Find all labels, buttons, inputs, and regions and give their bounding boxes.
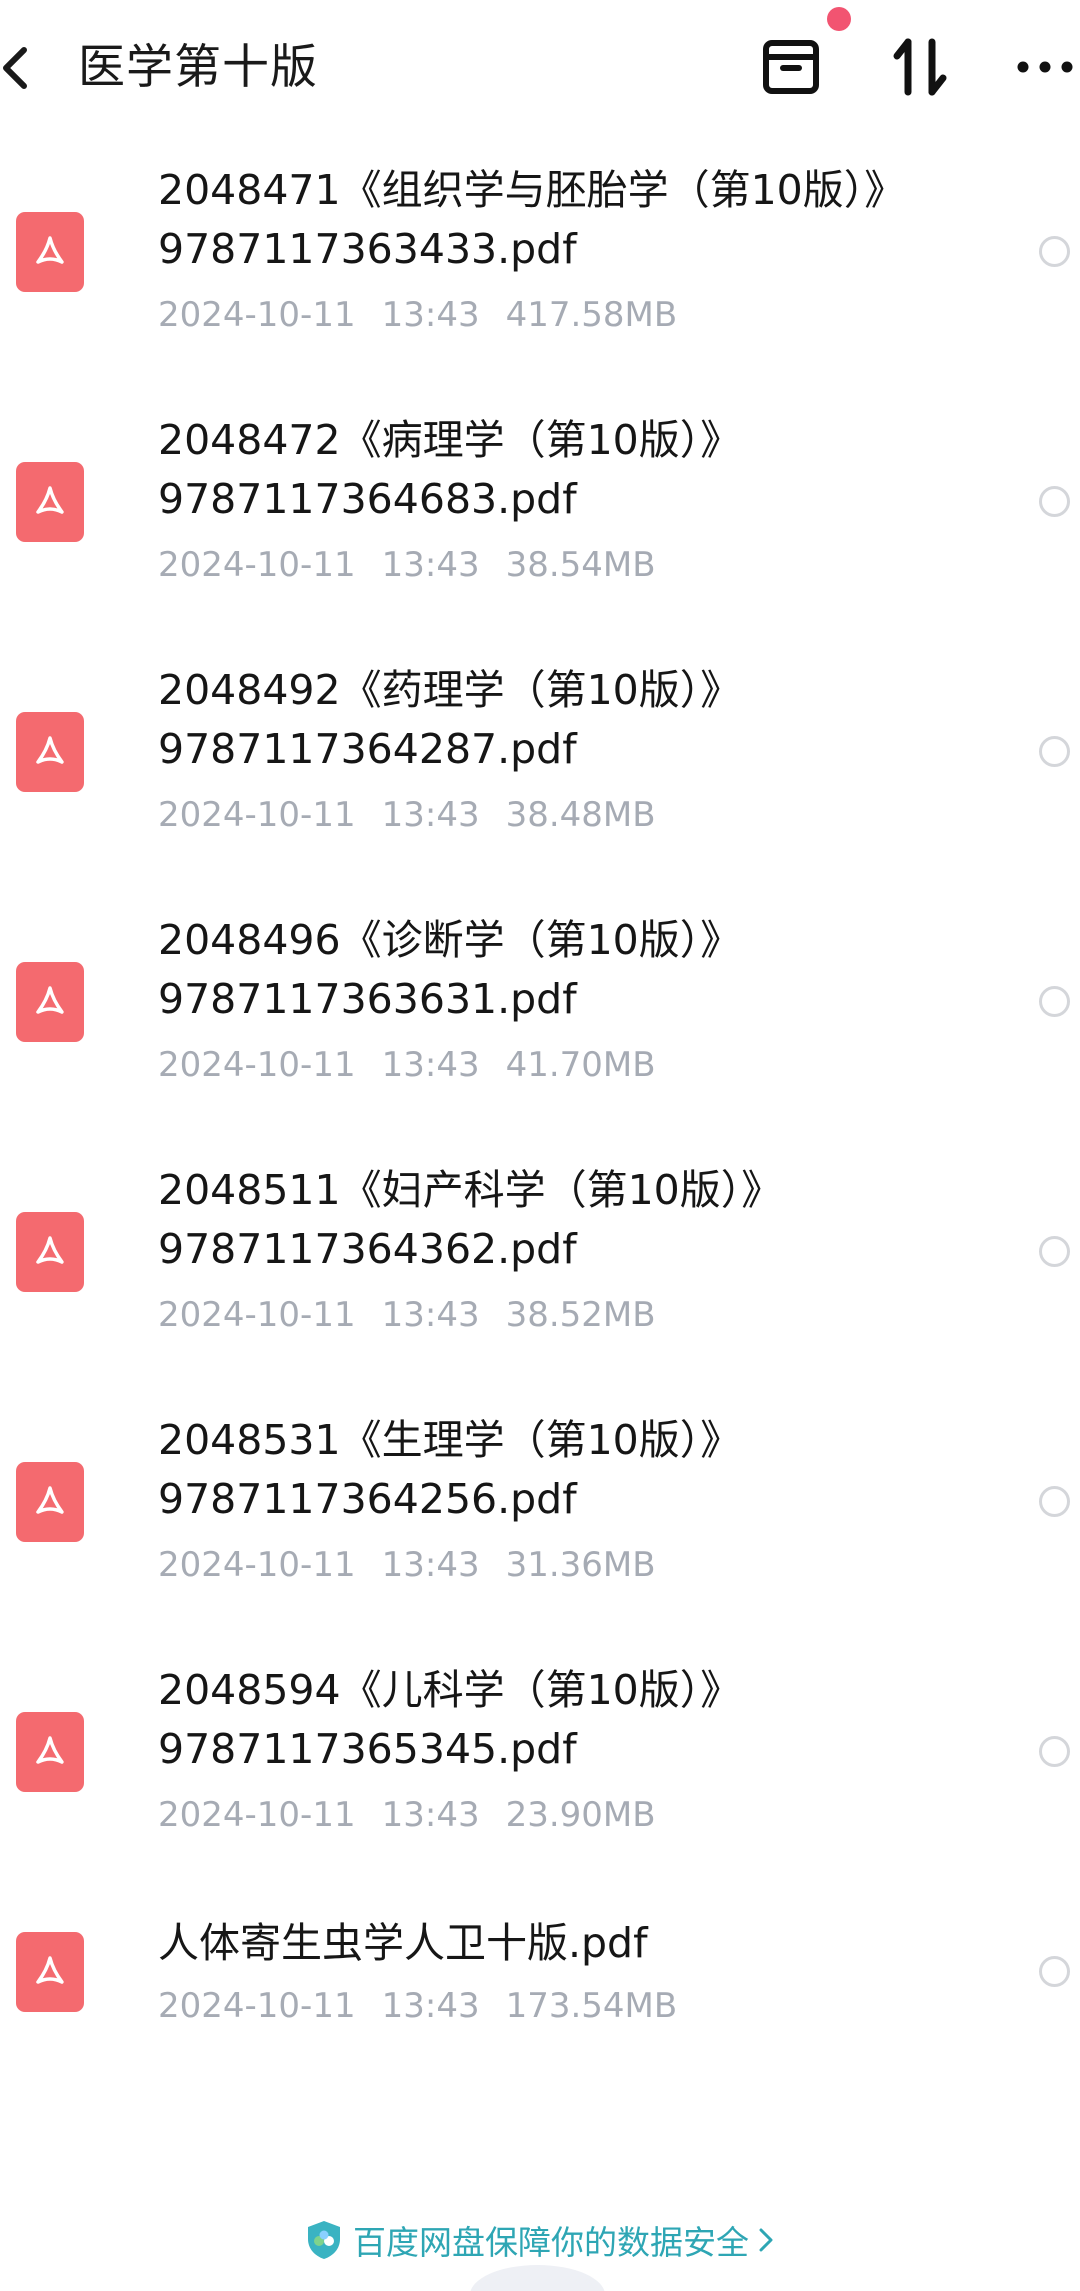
file-size: 38.48MB [505,795,656,835]
file-name-line1: 2048496《诊断学（第10版）》 [158,916,742,964]
select-radio[interactable] [1039,1736,1070,1767]
top-bar: 医学第十版 [0,0,1080,135]
notification-dot [827,7,851,31]
file-time: 13:43 [381,295,480,335]
file-item[interactable]: 2048472《病理学（第10版）》 9787117364683.pdf 202… [0,400,1080,620]
file-name-line2: 9787117364287.pdf [158,725,577,773]
chevron-right-icon [759,2228,773,2252]
file-size: 417.58MB [505,295,678,335]
file-time: 13:43 [381,1545,480,1585]
file-time: 13:43 [381,1795,480,1835]
file-name-line1: 2048472《病理学（第10版）》 [158,416,742,464]
pdf-file-icon [16,1712,84,1792]
file-item[interactable]: 2048471《组织学与胚胎学（第10版）》 9787117363433.pdf… [0,150,1080,370]
file-date: 2024-10-11 [158,1795,356,1835]
file-meta: 2024-10-11 13:43 31.36MB [158,1543,656,1587]
file-name-line2: 9787117363631.pdf [158,975,577,1023]
app-root: 医学第十版 2048471《组织学与胚胎学（第10版）》 97871173634… [0,0,1080,2291]
shield-icon [308,2221,340,2259]
file-item[interactable]: 2048496《诊断学（第10版）》 9787117363631.pdf 202… [0,900,1080,1120]
file-size: 23.90MB [505,1795,656,1835]
file-item[interactable]: 人体寄生虫学人卫十版.pdf 2024-10-11 13:43 173.54MB [0,1900,1080,2120]
page-title: 医学第十版 [78,40,318,95]
data-security-notice[interactable]: 百度网盘保障你的数据安全 [0,2210,1080,2270]
file-date: 2024-10-11 [158,295,356,335]
pdf-file-icon [16,1212,84,1292]
file-name-line2: 9787117364256.pdf [158,1475,577,1523]
archive-button[interactable] [756,32,826,102]
file-date: 2024-10-11 [158,545,356,585]
select-radio[interactable] [1039,486,1070,517]
file-name-line2: 9787117364683.pdf [158,475,577,523]
file-time: 13:43 [381,1986,480,2026]
file-time: 13:43 [381,1045,480,1085]
archive-box-icon [763,40,819,94]
file-name-line2: 9787117363433.pdf [158,225,577,273]
file-item[interactable]: 2048594《儿科学（第10版）》 9787117365345.pdf 202… [0,1650,1080,1870]
file-date: 2024-10-11 [158,1545,356,1585]
file-name-line1: 2048492《药理学（第10版）》 [158,666,742,714]
file-name-line2: 9787117365345.pdf [158,1725,577,1773]
file-name-line1: 2048471《组织学与胚胎学（第10版）》 [158,166,906,214]
file-item[interactable]: 2048531《生理学（第10版）》 9787117364256.pdf 202… [0,1400,1080,1620]
file-date: 2024-10-11 [158,1295,356,1335]
file-size: 38.52MB [505,1295,656,1335]
more-button[interactable] [1010,32,1080,102]
pdf-file-icon [16,1462,84,1542]
file-size: 41.70MB [505,1045,656,1085]
select-radio[interactable] [1039,236,1070,267]
file-name-line1: 2048531《生理学（第10版）》 [158,1416,742,1464]
file-time: 13:43 [381,545,480,585]
pdf-file-icon [16,1932,84,2012]
file-time: 13:43 [381,1295,480,1335]
file-name-line2: 9787117364362.pdf [158,1225,577,1273]
file-meta: 2024-10-11 13:43 23.90MB [158,1793,656,1837]
file-size: 38.54MB [505,545,656,585]
security-notice-text: 百度网盘保障你的数据安全 [353,2223,749,2262]
file-meta: 2024-10-11 13:43 38.54MB [158,543,656,587]
sort-arrows-icon [893,38,947,96]
file-meta: 2024-10-11 13:43 173.54MB [158,1984,677,2028]
file-date: 2024-10-11 [158,1986,356,2026]
more-dots-icon [1017,61,1073,73]
file-item[interactable]: 2048511《妇产科学（第10版）》 9787117364362.pdf 20… [0,1150,1080,1370]
file-name: 人体寄生虫学人卫十版.pdf [158,1919,648,1967]
file-size: 31.36MB [505,1545,656,1585]
sort-button[interactable] [880,32,960,102]
select-radio[interactable] [1039,1236,1070,1267]
file-name-line1: 2048511《妇产科学（第10版）》 [158,1166,783,1214]
select-radio[interactable] [1039,736,1070,767]
pdf-file-icon [16,462,84,542]
chevron-left-icon [3,47,27,89]
back-button[interactable] [0,28,40,108]
file-item[interactable]: 2048492《药理学（第10版）》 9787117364287.pdf 202… [0,650,1080,870]
select-radio[interactable] [1039,1956,1070,1987]
file-size: 173.54MB [505,1986,678,2026]
file-meta: 2024-10-11 13:43 38.48MB [158,793,656,837]
pdf-file-icon [16,712,84,792]
file-meta: 2024-10-11 13:43 417.58MB [158,293,677,337]
select-radio[interactable] [1039,1486,1070,1517]
file-meta: 2024-10-11 13:43 38.52MB [158,1293,656,1337]
file-date: 2024-10-11 [158,795,356,835]
file-name-line1: 2048594《儿科学（第10版）》 [158,1666,742,1714]
pdf-file-icon [16,962,84,1042]
pdf-file-icon [16,212,84,292]
file-date: 2024-10-11 [158,1045,356,1085]
file-time: 13:43 [381,795,480,835]
file-meta: 2024-10-11 13:43 41.70MB [158,1043,656,1087]
select-radio[interactable] [1039,986,1070,1017]
